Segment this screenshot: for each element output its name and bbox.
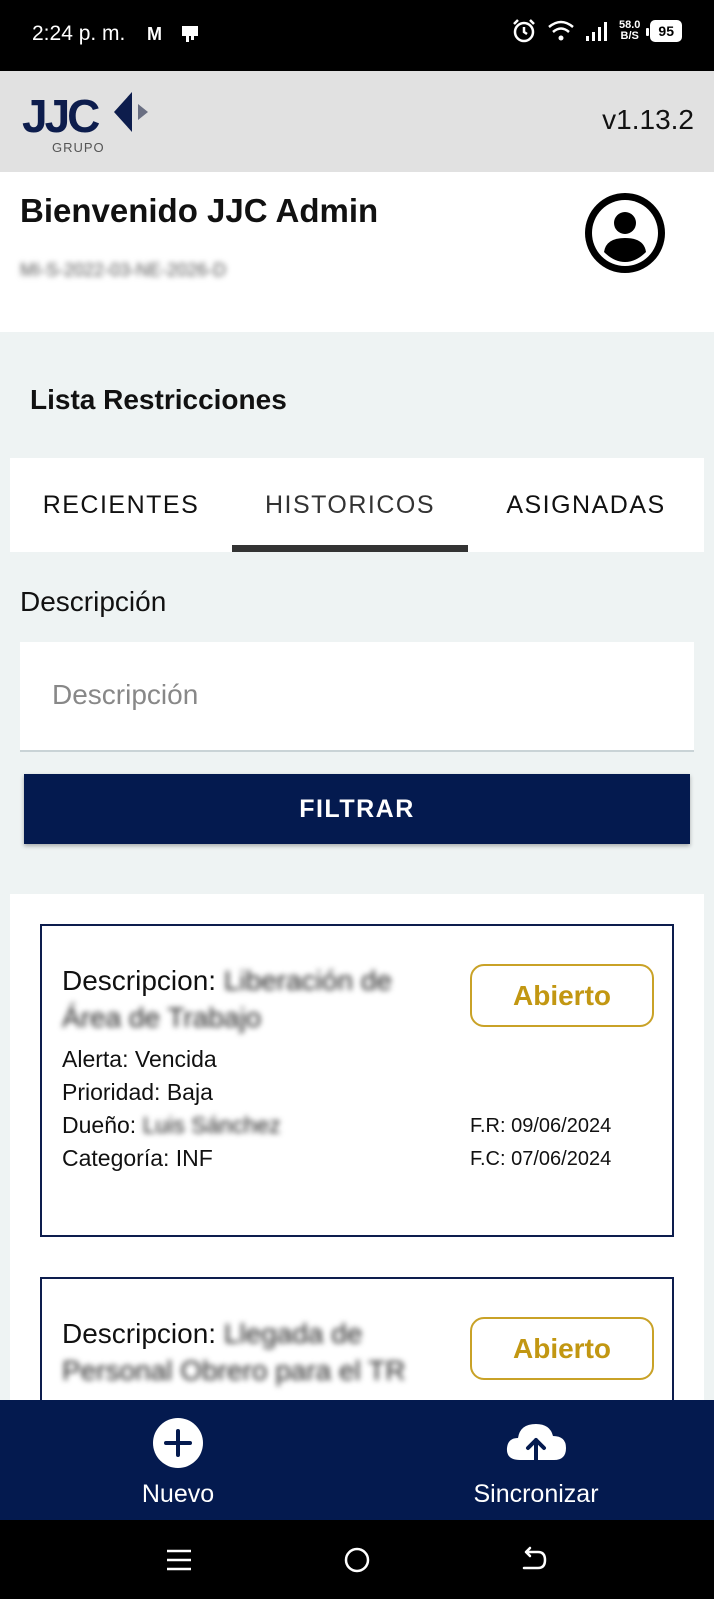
avatar-icon[interactable] — [584, 192, 666, 274]
status-badge: Abierto — [470, 964, 654, 1027]
restriction-list: Descripcion: Liberación de Área de Traba… — [10, 894, 704, 1400]
app-notification-icon — [182, 26, 198, 42]
filter-button[interactable]: FILTRAR — [24, 774, 690, 844]
tab-bar: RECIENTES HISTORICOS ASIGNADAS — [10, 458, 704, 552]
alert-label: Alerta: — [62, 1046, 129, 1072]
card-description: Descripcion: Llegada de Personal Obrero … — [62, 1315, 442, 1389]
restriction-card[interactable]: Descripcion: Liberación de Área de Traba… — [40, 924, 674, 1237]
signal-icon — [586, 22, 607, 41]
app-bar: JJC GRUPO v1.13.2 — [0, 71, 714, 172]
alert-value: Vencida — [134, 1046, 217, 1072]
welcome-title: Bienvenido JJC Admin — [20, 192, 379, 229]
network-speed: 58.0 B/S — [619, 20, 640, 42]
plus-circle-icon — [153, 1418, 203, 1468]
welcome-subtitle: MI-S-2022-03-NE-2026-D — [20, 260, 227, 280]
category-label: Categoría: — [62, 1145, 170, 1171]
priority-line: Prioridad: Baja — [62, 1079, 213, 1106]
category-line: Categoría: INF — [62, 1145, 213, 1172]
description-input[interactable] — [52, 670, 652, 720]
description-label: Descripción — [20, 586, 167, 617]
status-right-group: 58.0 B/S 95 — [511, 18, 682, 44]
status-time: 2:24 p. m. — [32, 22, 126, 45]
app-version: v1.13.2 — [602, 104, 694, 135]
menu-icon[interactable] — [163, 1544, 195, 1576]
battery-icon: 95 — [646, 20, 682, 42]
sync-label: Sincronizar — [473, 1480, 599, 1508]
card-description: Descripcion: Liberación de Área de Traba… — [62, 962, 442, 1036]
priority-label: Prioridad: — [62, 1079, 161, 1105]
back-icon[interactable] — [518, 1544, 550, 1576]
wifi-icon — [548, 20, 574, 41]
system-navigation-bar — [0, 1520, 714, 1599]
mail-icon: M — [147, 24, 162, 44]
alert-line: Alerta: Vencida — [62, 1046, 217, 1073]
fr-date: F.R: 09/06/2024 — [470, 1115, 612, 1137]
new-button[interactable]: Nuevo — [68, 1400, 288, 1520]
owner-label: Dueño: — [62, 1112, 137, 1138]
priority-value: Baja — [166, 1079, 213, 1105]
svg-text:GRUPO: GRUPO — [52, 140, 105, 155]
sync-button[interactable]: Sincronizar — [426, 1400, 646, 1520]
description-input-container — [20, 642, 694, 752]
bottom-nav: Nuevo Sincronizar — [0, 1400, 714, 1520]
tab-historicos[interactable]: HISTORICOS — [232, 458, 468, 552]
jjc-logo: JJC GRUPO — [22, 90, 148, 155]
description-label: Descripcion: — [62, 1318, 217, 1349]
description-label: Descripcion: — [62, 965, 217, 996]
owner-line: Dueño: Luis Sánchez — [62, 1112, 281, 1139]
alarm-icon — [513, 19, 535, 43]
content-area: Lista Restricciones RECIENTES HISTORICOS… — [0, 332, 714, 1400]
home-icon[interactable] — [341, 1544, 373, 1576]
tab-asignadas[interactable]: ASIGNADAS — [468, 458, 704, 552]
status-badge: Abierto — [470, 1317, 654, 1380]
speed-unit: B/S — [620, 30, 639, 42]
svg-text:JJC: JJC — [22, 90, 99, 142]
restriction-card[interactable]: Descripcion: Llegada de Personal Obrero … — [40, 1277, 674, 1400]
tab-recientes[interactable]: RECIENTES — [10, 458, 232, 552]
new-label: Nuevo — [141, 1480, 215, 1508]
welcome-header: Bienvenido JJC Admin MI-S-2022-03-NE-202… — [0, 172, 714, 332]
status-bar: 2:24 p. m. M 58.0 B/S 95 — [0, 0, 714, 71]
category-value: INF — [175, 1145, 213, 1171]
list-title: Lista Restricciones — [30, 384, 287, 415]
cloud-upload-icon — [506, 1424, 566, 1466]
fc-date: F.C: 07/06/2024 — [470, 1148, 612, 1170]
owner-value: Luis Sánchez — [142, 1112, 281, 1138]
